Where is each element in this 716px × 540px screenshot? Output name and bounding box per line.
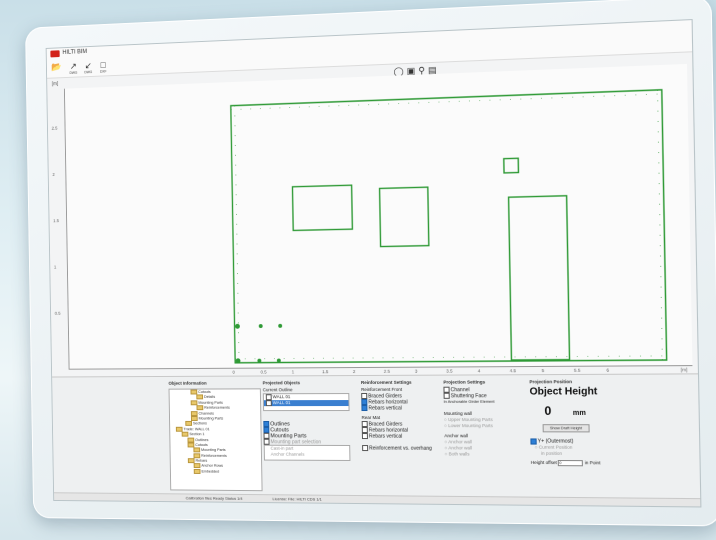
reinforcement-title: Reinforcement Settings <box>361 380 441 385</box>
tree-node[interactable]: Embedded <box>171 469 261 475</box>
open-folder-icon[interactable]: 📂 <box>51 62 63 76</box>
y-tick: 1.5 <box>53 218 59 223</box>
x-tick: 6 <box>606 368 609 373</box>
x-tick: 0.5 <box>260 370 266 375</box>
x-tick: 2 <box>353 369 356 374</box>
x-tick: 5.5 <box>574 368 581 373</box>
mounting-part-list[interactable]: Cast-in part Anchor Channels <box>264 445 351 461</box>
wall-outline <box>231 90 667 363</box>
outline-list[interactable]: WALL 01 WALL 01 <box>263 393 350 411</box>
list-item-selected[interactable]: WALL 01 <box>264 400 349 406</box>
mounting-part <box>235 324 240 329</box>
x-tick: 5 <box>542 368 545 373</box>
export-dxf-button[interactable]: □ DXF <box>97 60 109 74</box>
list-item[interactable]: Anchor Channels <box>265 452 350 458</box>
height-offset-row: Height offset 0 in Point <box>531 460 621 467</box>
projection-settings-group: Projection Settings Channel Shuttering F… <box>443 379 524 457</box>
import-dwg-button[interactable]: ↙ DWG <box>82 60 94 74</box>
status-bar: Calibration files Ready Status 1/4 Licen… <box>54 492 700 507</box>
export-dxf-label: DXF <box>97 69 109 73</box>
both-walls-radio[interactable]: ○ Both walls <box>445 451 525 457</box>
x-tick: 4 <box>478 368 481 373</box>
in-position-label: in position <box>531 451 621 458</box>
app-logo <box>50 50 59 57</box>
mounting-part <box>259 324 263 328</box>
app-title: HILTI BIM <box>62 49 87 56</box>
height-offset-label: Height offset <box>531 460 557 465</box>
cutout-door <box>509 196 570 360</box>
object-info-title: Object Information <box>168 381 206 386</box>
y-tick: 1 <box>54 265 56 270</box>
x-tick: 0 <box>232 370 235 375</box>
mounting-part <box>278 324 282 328</box>
reinforcement-group: Reinforcement Settings Reinforcement Fro… <box>361 380 443 452</box>
object-height-value: 0 <box>544 404 551 418</box>
y-unit-label: [m] <box>52 81 59 87</box>
status-mid: License: File: HILTI CDS 1/1 <box>272 496 321 501</box>
object-height-heading: Object Height <box>529 386 619 398</box>
x-tick: 2.5 <box>384 369 390 374</box>
y-tick: 0.5 <box>55 311 61 316</box>
x-tick: 4.5 <box>510 368 517 373</box>
x-tick: 1.5 <box>322 369 328 374</box>
show-draft-height-button[interactable]: Show Draft Height <box>543 424 590 432</box>
projection-settings-title: Projection Settings <box>443 379 523 384</box>
monitor-frame: HILTI BIM 📂 ↗DWG ↙DWG □DXF ◯▣⚲▤ _ □ × ✎⚙… <box>25 0 716 526</box>
x-tick: 1 <box>292 369 295 374</box>
import-dwg-label: DWG <box>82 70 94 74</box>
app-window: HILTI BIM 📂 ↗DWG ↙DWG □DXF ◯▣⚲▤ _ □ × ✎⚙… <box>46 19 702 507</box>
projected-objects-title: Projected Objects <box>263 380 353 385</box>
projection-position-title: Projection Position <box>529 379 619 384</box>
object-info-group: Object Information <box>168 381 206 388</box>
cutout-window-2 <box>380 187 429 246</box>
drawing-canvas[interactable] <box>64 64 693 370</box>
export-dwg-button[interactable]: ↗ DWG <box>67 61 79 75</box>
object-height-unit: mm <box>573 410 586 417</box>
object-tree[interactable]: Cutouts Details Mounting Parts Reinforce… <box>169 388 263 491</box>
wall-drawing <box>65 64 693 369</box>
projected-objects-group: Projected Objects Current Outline WALL 0… <box>263 380 355 461</box>
x-unit-label: [m] <box>681 367 688 372</box>
height-offset-input[interactable]: 0 <box>558 460 583 466</box>
x-tick: 3.5 <box>446 368 452 373</box>
y-tick: 2.5 <box>52 126 58 131</box>
settings-panel: Object Information Cutouts Details Mount… <box>52 373 700 507</box>
height-offset-unit: in Point <box>585 460 601 465</box>
export-dwg-label: DWG <box>67 71 79 75</box>
cutout-window-1 <box>292 185 352 230</box>
small-cutout <box>504 158 519 173</box>
y-tick: 2 <box>52 172 54 177</box>
reinforcement-overhang-checkbox[interactable]: Reinforcement vs. overhang <box>362 445 442 451</box>
x-tick: 3 <box>415 369 418 374</box>
projection-position-group: Projection Position Object Height 0 mm S… <box>529 379 620 467</box>
status-left: Calibration files Ready Status 1/4 <box>186 495 243 500</box>
